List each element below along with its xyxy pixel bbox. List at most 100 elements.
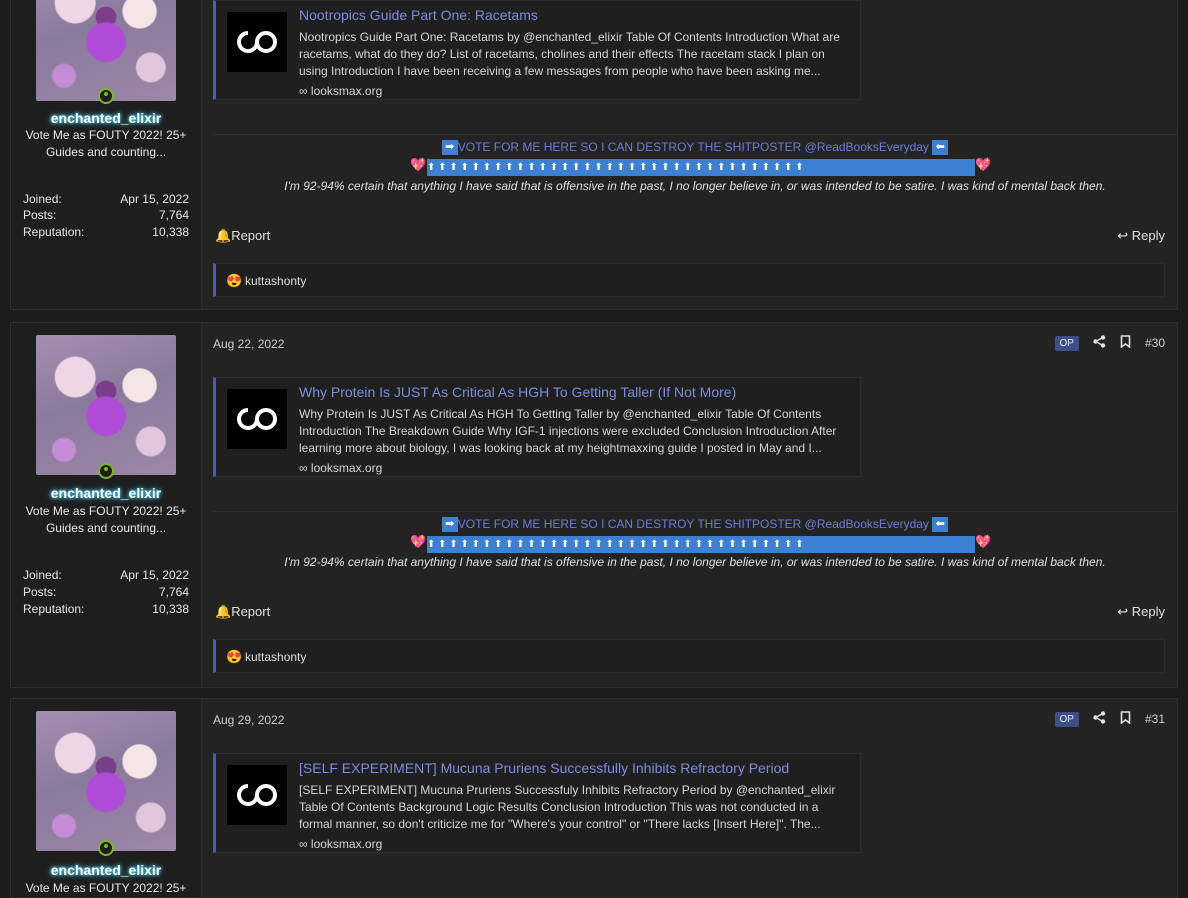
username[interactable]: enchanted_elixir	[11, 485, 201, 501]
signature-divider	[213, 511, 1177, 512]
post-main: Aug 29, 2022 OP #31 [SELF EXPERIMENT] Mu…	[213, 699, 1177, 897]
infinity-icon: ∞	[299, 461, 308, 475]
report-button[interactable]: 🔔Report	[215, 228, 270, 244]
signature-divider	[213, 134, 1177, 135]
stat-value[interactable]: 7,764	[159, 585, 189, 599]
reactions-bar[interactable]: 😍 kuttashonty	[213, 639, 1165, 673]
post-main: Aug 22, 2022 OP #30 Why Protein Is JUST …	[213, 323, 1177, 687]
username[interactable]: enchanted_elixir	[11, 110, 201, 126]
heart-eyes-emoji-icon: 😍	[226, 273, 243, 288]
bookmark-icon[interactable]	[1120, 711, 1131, 727]
link-embed[interactable]: [SELF EXPERIMENT] Mucuna Pruriens Succes…	[213, 753, 861, 853]
op-badge: OP	[1054, 335, 1079, 351]
post-30: enchanted_elixir Vote Me as FOUTY 2022! …	[10, 322, 1178, 688]
embed-source[interactable]: ∞ looksmax.org	[299, 837, 382, 851]
signature-vote-link[interactable]: ➡ VOTE FOR ME HERE SO I CAN DESTROY THE S…	[213, 140, 1177, 156]
share-icon[interactable]	[1093, 335, 1106, 351]
online-status-icon	[98, 840, 114, 856]
stat-label: Posts:	[23, 585, 57, 599]
post-actions: OP #30	[1054, 335, 1165, 351]
stat-label: Posts:	[23, 208, 57, 222]
reply-label: Reply	[1131, 604, 1165, 619]
user-title: Vote Me as FOUTY 2022! 25+ Guides and co…	[25, 504, 187, 535]
stat-joined: Joined: Apr 15, 2022	[23, 568, 189, 582]
link-embed[interactable]: Why Protein Is JUST As Critical As HGH T…	[213, 377, 861, 477]
user-title: Vote Me as FOUTY 2022! 25+	[25, 881, 187, 895]
stat-joined: Joined: Apr 15, 2022	[23, 192, 189, 206]
stat-value[interactable]: 7,764	[159, 208, 189, 222]
share-icon[interactable]	[1093, 711, 1106, 727]
stat-reputation: Reputation: 10,338	[23, 602, 189, 616]
embed-source-label: looksmax.org	[310, 84, 383, 98]
arrow-left-icon: ⬅	[932, 140, 949, 156]
arrow-row: ⬆ ⬆ ⬆ ⬆ ⬆ ⬆ ⬆ ⬆ ⬆ ⬆ ⬆ ⬆ ⬆ ⬆ ⬆ ⬆ ⬆ ⬆ ⬆ ⬆ …	[427, 536, 975, 553]
user-sidebar: enchanted_elixir Vote Me as FOUTY 2022! …	[11, 0, 202, 309]
post-31: enchanted_elixir Vote Me as FOUTY 2022! …	[10, 698, 1178, 898]
stat-label: Joined:	[23, 568, 62, 582]
vote-text: VOTE FOR ME HERE SO I CAN DESTROY THE SH…	[457, 140, 929, 154]
stat-value: Apr 15, 2022	[120, 568, 189, 582]
reply-arrow-icon: ↩	[1117, 604, 1129, 619]
reply-arrow-icon: ↩	[1117, 228, 1129, 243]
post-date[interactable]: Aug 29, 2022	[213, 713, 284, 727]
post-date[interactable]: Aug 22, 2022	[213, 337, 284, 351]
reply-button[interactable]: ↩ Reply	[1117, 228, 1165, 244]
online-status-icon	[98, 88, 114, 104]
post-number[interactable]: #30	[1145, 336, 1165, 350]
stat-label: Joined:	[23, 192, 62, 206]
heart-eyes-emoji-icon: 😍	[226, 649, 243, 664]
stat-value: 10,338	[152, 225, 189, 239]
stat-value: Apr 15, 2022	[120, 192, 189, 206]
reactions-bar[interactable]: 😍 kuttashonty	[213, 263, 1165, 297]
stat-label: Reputation:	[23, 602, 85, 616]
bookmark-icon[interactable]	[1120, 335, 1131, 351]
stat-posts: Posts: 7,764	[23, 208, 189, 222]
looksmax-logo-icon	[227, 389, 287, 449]
post-number[interactable]: #31	[1145, 712, 1165, 726]
link-embed[interactable]: Nootropics Guide Part One: Racetams Noot…	[213, 0, 861, 100]
avatar[interactable]	[36, 0, 176, 101]
avatar[interactable]	[36, 335, 176, 475]
user-title: Vote Me as FOUTY 2022! 25+ Guides and co…	[25, 128, 187, 159]
report-button[interactable]: 🔔Report	[215, 604, 270, 620]
report-label: Report	[231, 604, 271, 619]
embed-title[interactable]: [SELF EXPERIMENT] Mucuna Pruriens Succes…	[299, 760, 789, 776]
online-status-icon	[98, 463, 114, 479]
infinity-icon: ∞	[299, 837, 308, 851]
heart-icon: 💖	[975, 534, 992, 549]
embed-source[interactable]: ∞ looksmax.org	[299, 461, 382, 475]
looksmax-logo-icon	[227, 765, 287, 825]
reaction-user[interactable]: kuttashonty	[245, 274, 306, 288]
arrow-right-icon: ➡	[441, 517, 458, 533]
signature-quote: I'm 92-94% certain that anything I have …	[284, 179, 1106, 193]
reply-button[interactable]: ↩ Reply	[1117, 604, 1165, 620]
bell-icon: 🔔	[215, 228, 232, 243]
username[interactable]: enchanted_elixir	[11, 862, 201, 878]
looksmax-logo-icon	[227, 12, 287, 72]
avatar[interactable]	[36, 711, 176, 851]
report-label: Report	[231, 228, 271, 243]
reaction-user[interactable]: kuttashonty	[245, 650, 306, 664]
signature-vote-link[interactable]: ➡ VOTE FOR ME HERE SO I CAN DESTROY THE S…	[213, 517, 1177, 533]
stat-label: Reputation:	[23, 225, 85, 239]
embed-source[interactable]: ∞ looksmax.org	[299, 84, 382, 98]
user-sidebar: enchanted_elixir Vote Me as FOUTY 2022! …	[11, 699, 202, 897]
post-actions: OP #31	[1054, 711, 1165, 727]
bell-icon: 🔔	[215, 604, 232, 619]
reply-label: Reply	[1131, 228, 1165, 243]
stat-reputation: Reputation: 10,338	[23, 225, 189, 239]
heart-icon: 💖	[975, 157, 992, 172]
embed-source-label: looksmax.org	[310, 461, 383, 475]
arrow-left-icon: ⬅	[932, 517, 949, 533]
heart-icon: 💖	[410, 534, 427, 549]
vote-text: VOTE FOR ME HERE SO I CAN DESTROY THE SH…	[457, 517, 929, 531]
arrow-right-icon: ➡	[441, 140, 458, 156]
embed-description: [SELF EXPERIMENT] Mucuna Pruriens Succes…	[299, 783, 836, 831]
op-badge: OP	[1054, 711, 1079, 727]
embed-source-label: looksmax.org	[310, 837, 383, 851]
embed-description: Nootropics Guide Part One: Racetams by @…	[299, 30, 840, 78]
embed-description: Why Protein Is JUST As Critical As HGH T…	[299, 407, 837, 455]
embed-title[interactable]: Why Protein Is JUST As Critical As HGH T…	[299, 384, 736, 400]
embed-title[interactable]: Nootropics Guide Part One: Racetams	[299, 7, 538, 23]
stat-value: 10,338	[152, 602, 189, 616]
